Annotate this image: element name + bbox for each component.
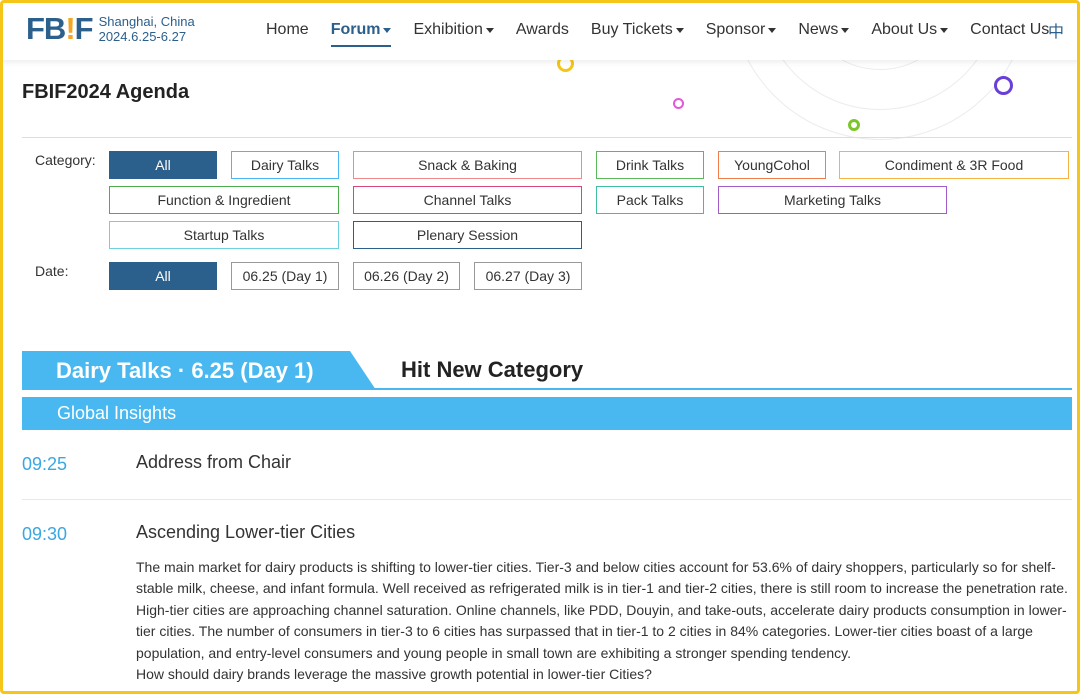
category-label: Category: xyxy=(35,152,96,168)
agenda-topic: Address from Chair xyxy=(136,452,292,472)
category-snack-baking-button[interactable]: Snack & Baking xyxy=(353,151,582,179)
chevron-down-icon xyxy=(940,27,949,33)
agenda-description: The main market for dairy products is sh… xyxy=(136,557,1070,685)
category-dairy-talks-button[interactable]: Dairy Talks xyxy=(231,151,339,179)
nav-news[interactable]: News xyxy=(798,0,850,60)
agenda-topic: Ascending Lower-tier Cities xyxy=(136,522,356,542)
chevron-down-icon xyxy=(675,27,684,33)
chevron-down-icon xyxy=(841,27,850,33)
agenda-description-text: The main market for dairy products is sh… xyxy=(136,559,1068,661)
date-all-button[interactable]: All xyxy=(109,262,217,290)
fbif-logo[interactable]: FB!F Shanghai, China 2024.6.25-6.27 xyxy=(26,11,195,47)
category-plenary-session-button[interactable]: Plenary Session xyxy=(353,221,582,249)
session-underline xyxy=(22,388,1072,390)
logo-city: Shanghai, China xyxy=(98,14,195,29)
deco-dot xyxy=(673,98,684,109)
agenda-description-question: How should dairy brands leverage the mas… xyxy=(136,666,652,683)
logo-dates: 2024.6.25-6.27 xyxy=(98,29,187,44)
date-day1-button[interactable]: 06.25 (Day 1) xyxy=(231,262,339,290)
nav-buy-tickets[interactable]: Buy Tickets xyxy=(591,0,684,60)
category-marketing-talks-button[interactable]: Marketing Talks xyxy=(718,186,947,214)
subsession-bar: Global Insights xyxy=(22,397,1072,430)
session-tab: Dairy Talks · 6.25 (Day 1) xyxy=(22,351,376,390)
logo-mark: FB!F xyxy=(26,11,94,46)
nav-contact-us[interactable]: Contact Us xyxy=(970,0,1049,60)
language-toggle[interactable]: 中 xyxy=(1048,18,1064,42)
category-drink-talks-button[interactable]: Drink Talks xyxy=(596,151,704,179)
category-condiment-3r-food-button[interactable]: Condiment & 3R Food xyxy=(839,151,1069,179)
date-label: Date: xyxy=(35,263,69,279)
chevron-down-icon xyxy=(485,27,494,33)
nav-sponsor[interactable]: Sponsor xyxy=(706,0,777,60)
category-startup-talks-button[interactable]: Startup Talks xyxy=(109,221,339,249)
agenda-time: 09:25 xyxy=(22,454,68,474)
logo-text: Shanghai, China 2024.6.25-6.27 xyxy=(99,14,195,44)
nav-exhibition[interactable]: Exhibition xyxy=(413,0,494,60)
nav-home[interactable]: Home xyxy=(266,0,309,60)
deco-dot xyxy=(994,76,1013,95)
category-function-ingredient-button[interactable]: Function & Ingredient xyxy=(109,186,339,214)
agenda-time: 09:30 xyxy=(22,524,68,544)
site-header: FB!F Shanghai, China 2024.6.25-6.27 Home… xyxy=(0,0,1080,60)
divider xyxy=(22,137,1072,138)
category-pack-talks-button[interactable]: Pack Talks xyxy=(596,186,704,214)
deco-dot xyxy=(848,119,860,131)
nav-about-us[interactable]: About Us xyxy=(871,0,949,60)
category-youngcohol-button[interactable]: YoungCohol xyxy=(718,151,826,179)
category-all-button[interactable]: All xyxy=(109,151,217,179)
session-title: Hit New Category xyxy=(401,357,584,382)
nav-awards[interactable]: Awards xyxy=(516,0,569,60)
category-channel-talks-button[interactable]: Channel Talks xyxy=(353,186,582,214)
nav-forum[interactable]: Forum xyxy=(330,0,392,60)
page-title: FBIF2024 Agenda xyxy=(22,81,190,103)
date-day3-button[interactable]: 06.27 (Day 3) xyxy=(474,262,582,290)
chevron-down-icon xyxy=(768,27,777,33)
main-nav: Home Forum Exhibition Awards Buy Tickets… xyxy=(266,0,1071,60)
date-day2-button[interactable]: 06.26 (Day 2) xyxy=(353,262,460,290)
chevron-down-icon xyxy=(383,27,392,33)
agenda-separator xyxy=(22,499,1072,500)
